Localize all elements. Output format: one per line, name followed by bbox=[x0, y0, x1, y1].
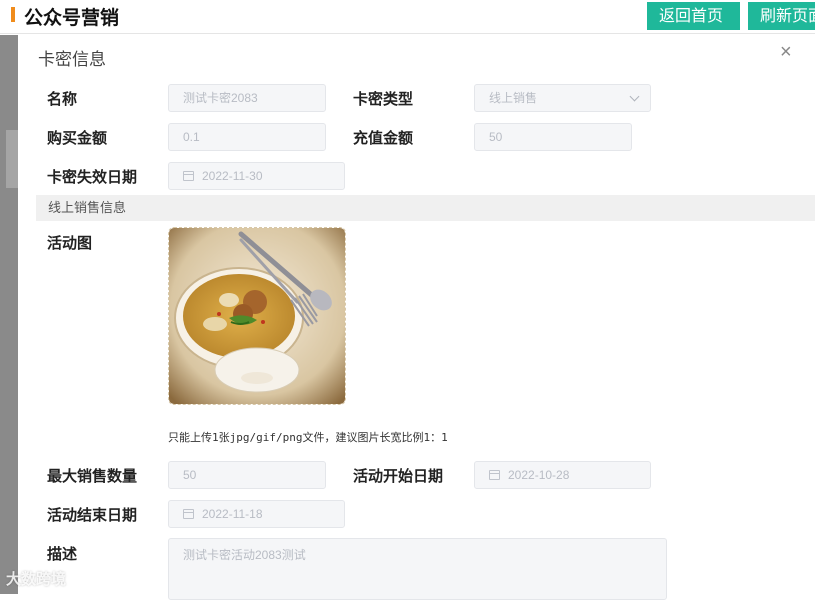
start-date-picker[interactable]: 2022-10-28 bbox=[474, 461, 651, 489]
recharge-amount-value: 50 bbox=[489, 130, 503, 144]
card-type-value: 线上销售 bbox=[489, 91, 538, 105]
max-sales-value: 50 bbox=[183, 468, 197, 482]
page-title: 公众号营销 bbox=[24, 8, 120, 29]
expiry-date-picker[interactable]: 2022-11-30 bbox=[168, 162, 345, 190]
top-bar: 公众号营销 返回首页 刷新页面 bbox=[0, 0, 815, 34]
expiry-date-value: 2022-11-30 bbox=[202, 169, 263, 183]
max-sales-label: 最大销售数量 bbox=[47, 467, 138, 485]
online-sales-section-header: 线上销售信息 bbox=[36, 195, 815, 221]
calendar-icon bbox=[183, 171, 194, 181]
end-date-label: 活动结束日期 bbox=[47, 506, 138, 524]
soup-bowl-photo bbox=[169, 228, 345, 404]
home-button[interactable]: 返回首页 bbox=[647, 2, 740, 30]
purchase-amount-label: 购买金额 bbox=[47, 129, 108, 147]
recharge-amount-label: 充值金额 bbox=[353, 129, 414, 147]
close-icon[interactable]: × bbox=[780, 41, 792, 64]
end-date-value: 2022-11-18 bbox=[202, 507, 263, 521]
card-type-label: 卡密类型 bbox=[353, 90, 414, 108]
dialog-title: 卡密信息 bbox=[38, 50, 106, 69]
card-type-select[interactable]: 线上销售 bbox=[474, 84, 651, 112]
activity-image[interactable] bbox=[168, 227, 346, 405]
watermark: 大数跨境 bbox=[6, 571, 67, 588]
modal-overlay bbox=[0, 35, 18, 594]
refresh-button[interactable]: 刷新页面 bbox=[748, 2, 815, 30]
upload-hint: 只能上传1张jpg/gif/png文件，建议图片长宽比例1：1 bbox=[168, 431, 448, 444]
description-label: 描述 bbox=[47, 545, 78, 563]
name-field[interactable]: 测试卡密2083 bbox=[168, 84, 326, 112]
start-date-value: 2022-10-28 bbox=[508, 468, 570, 482]
chevron-down-icon bbox=[629, 91, 640, 102]
title-accent-bar bbox=[11, 7, 15, 22]
recharge-amount-field[interactable]: 50 bbox=[474, 123, 632, 151]
calendar-icon bbox=[183, 509, 194, 519]
calendar-icon bbox=[489, 470, 500, 480]
card-info-dialog: 卡密信息 × 名称 测试卡密2083 卡密类型 线上销售 购买金额 0.1 充值… bbox=[18, 35, 815, 600]
purchase-amount-field[interactable]: 0.1 bbox=[168, 123, 326, 151]
purchase-amount-value: 0.1 bbox=[183, 130, 200, 144]
activity-image-label: 活动图 bbox=[47, 234, 93, 252]
description-textarea[interactable]: 测试卡密活动2083测试 bbox=[168, 538, 667, 600]
name-label: 名称 bbox=[47, 90, 78, 108]
name-value: 测试卡密2083 bbox=[183, 91, 258, 105]
end-date-picker[interactable]: 2022-11-18 bbox=[168, 500, 345, 528]
start-date-label: 活动开始日期 bbox=[353, 467, 444, 485]
max-sales-field[interactable]: 50 bbox=[168, 461, 326, 489]
expiry-date-label: 卡密失效日期 bbox=[47, 168, 138, 186]
background-block bbox=[6, 130, 18, 188]
